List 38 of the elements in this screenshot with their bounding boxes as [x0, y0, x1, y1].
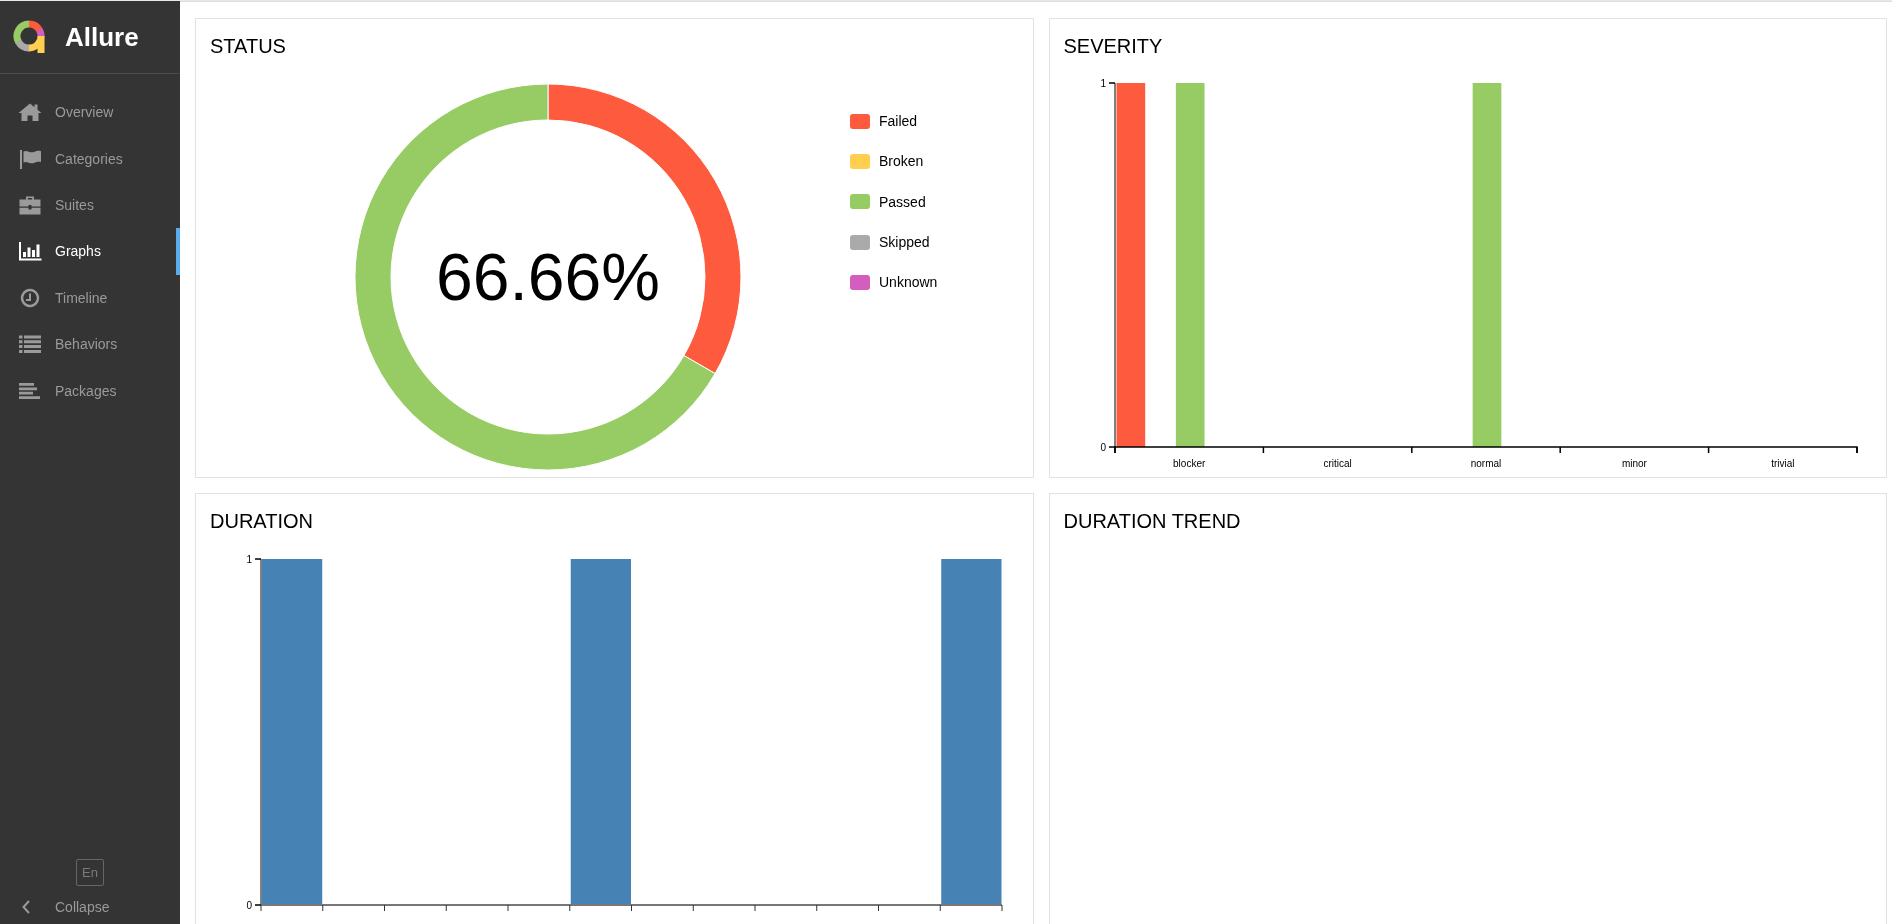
clock-icon — [18, 287, 42, 308]
percentage-label: 66.66% — [436, 240, 660, 314]
chevron-left-icon — [22, 900, 30, 914]
legend-label: Broken — [879, 153, 924, 170]
nav-item[interactable]: Packages — [0, 367, 180, 414]
category-label: minor — [1621, 457, 1647, 469]
category-label: normal — [1470, 457, 1501, 469]
legend-label: Failed — [879, 113, 918, 130]
bar-chart-icon — [18, 241, 42, 262]
panel-title: SEVERITY — [1062, 34, 1164, 58]
tick-label: 1 — [246, 553, 252, 565]
tick-label: 0 — [1099, 441, 1106, 453]
legend-label: Unknown — [879, 274, 938, 291]
category-label: blocker — [1172, 457, 1205, 469]
briefcase-icon — [18, 194, 42, 215]
app-title: Allure — [65, 21, 139, 53]
nav-item[interactable]: Overview — [0, 89, 180, 136]
home-icon — [18, 102, 42, 123]
nav-item[interactable]: Suites — [0, 181, 180, 229]
legend-label: Passed — [879, 193, 926, 210]
panel-title: DURATION — [209, 509, 314, 533]
align-left-icon — [18, 380, 42, 401]
nav-item[interactable]: Graphs — [0, 228, 180, 275]
tick-label: 1 — [1099, 77, 1106, 89]
logo-icon — [13, 20, 47, 54]
legend-label: Skipped — [879, 234, 930, 251]
tick-label: 0 — [246, 899, 252, 911]
nav-item[interactable]: Categories — [0, 135, 180, 182]
collapse-button[interactable]: Collapse — [22, 896, 110, 918]
panel-title: DURATION TREND — [1062, 509, 1242, 533]
nav-item[interactable]: Timeline — [0, 274, 180, 321]
language-button[interactable]: En — [76, 859, 104, 886]
list-icon — [18, 334, 42, 355]
category-label: critical — [1322, 457, 1352, 469]
nav-item[interactable]: Behaviors — [0, 320, 180, 368]
panel-title: STATUS — [209, 34, 287, 58]
category-label: trivial — [1770, 457, 1794, 469]
flag-icon — [18, 148, 42, 169]
